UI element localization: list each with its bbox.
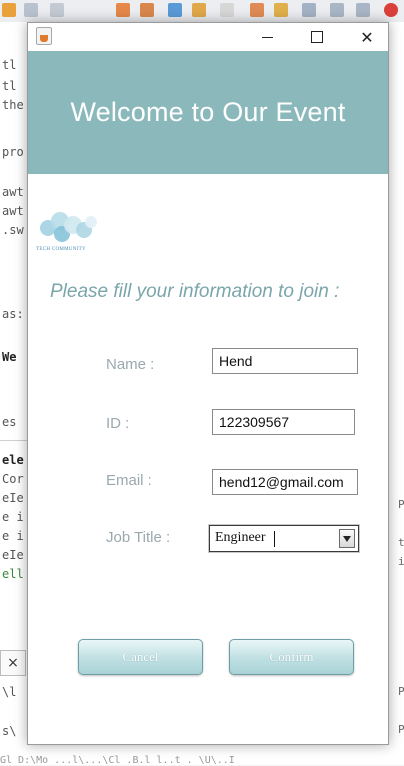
ide-stop-icon[interactable] — [384, 3, 398, 17]
ide-debug-icon[interactable] — [168, 3, 182, 17]
ide-profile-icon[interactable] — [250, 3, 264, 17]
panel-divider — [0, 440, 28, 441]
logo-icon — [40, 212, 97, 242]
logo-text: TECH COMMUNITY — [36, 247, 86, 252]
dropdown-arrow-icon[interactable] — [339, 529, 355, 548]
ide-refactor-icon[interactable] — [140, 3, 154, 17]
ide-forward-icon[interactable] — [356, 3, 370, 17]
output-tab-close-icon[interactable]: × — [0, 650, 26, 676]
event-registration-window: ✕ Welcome to Our Event TECH COMMUNITY Pl… — [27, 22, 389, 745]
code-line-right: t — [398, 536, 404, 549]
welcome-header: Welcome to Our Event — [28, 51, 388, 174]
name-field[interactable]: Hend — [212, 348, 358, 374]
window-titlebar[interactable]: ✕ — [28, 23, 388, 51]
header-title: Welcome to Our Event — [70, 97, 346, 127]
maximize-button[interactable] — [294, 23, 340, 51]
code-line-right: P — [398, 723, 404, 736]
form-prompt: Please fill your information to join : — [50, 281, 340, 302]
id-field[interactable]: 122309567 — [212, 409, 355, 435]
minimize-button[interactable] — [244, 23, 290, 51]
ide-run-icon[interactable] — [2, 3, 16, 17]
name-label: Name : — [106, 356, 155, 373]
code-line-right: P — [398, 685, 404, 698]
code-line-right: P — [398, 498, 404, 511]
job-title-select[interactable]: Engineer — [209, 525, 359, 552]
confirm-button[interactable]: Confirm — [229, 639, 354, 675]
ide-back-icon[interactable] — [330, 3, 344, 17]
minimize-icon — [261, 36, 273, 38]
java-app-icon — [36, 27, 52, 45]
job-title-value: Engineer — [215, 530, 266, 545]
ide-step-icon[interactable] — [192, 3, 206, 17]
ide-toolbar — [0, 0, 404, 23]
ide-build-project-icon[interactable] — [274, 3, 288, 17]
maximize-icon — [311, 31, 323, 43]
ide-select-icon[interactable] — [220, 3, 234, 17]
code-line-right: i — [398, 555, 404, 568]
job-title-label: Job Title : — [106, 529, 171, 546]
email-field[interactable]: hend12@gmail.com — [212, 469, 358, 495]
ide-save-icon[interactable] — [24, 3, 38, 17]
ide-search-icon[interactable] — [116, 3, 130, 17]
tech-community-logo: TECH COMMUNITY — [36, 206, 106, 258]
ide-history-icon[interactable] — [302, 3, 316, 17]
id-label: ID : — [106, 415, 130, 432]
email-label: Email : — [106, 472, 152, 489]
status-line: Gl D:\Mo ...l\...\Cl .B.l l..t . \U\..I — [0, 755, 235, 766]
close-button[interactable]: ✕ — [344, 23, 390, 51]
ide-build-icon[interactable] — [50, 3, 64, 17]
text-cursor — [274, 531, 275, 547]
close-icon: ✕ — [360, 27, 374, 47]
cancel-button[interactable]: Cancel — [78, 639, 203, 675]
